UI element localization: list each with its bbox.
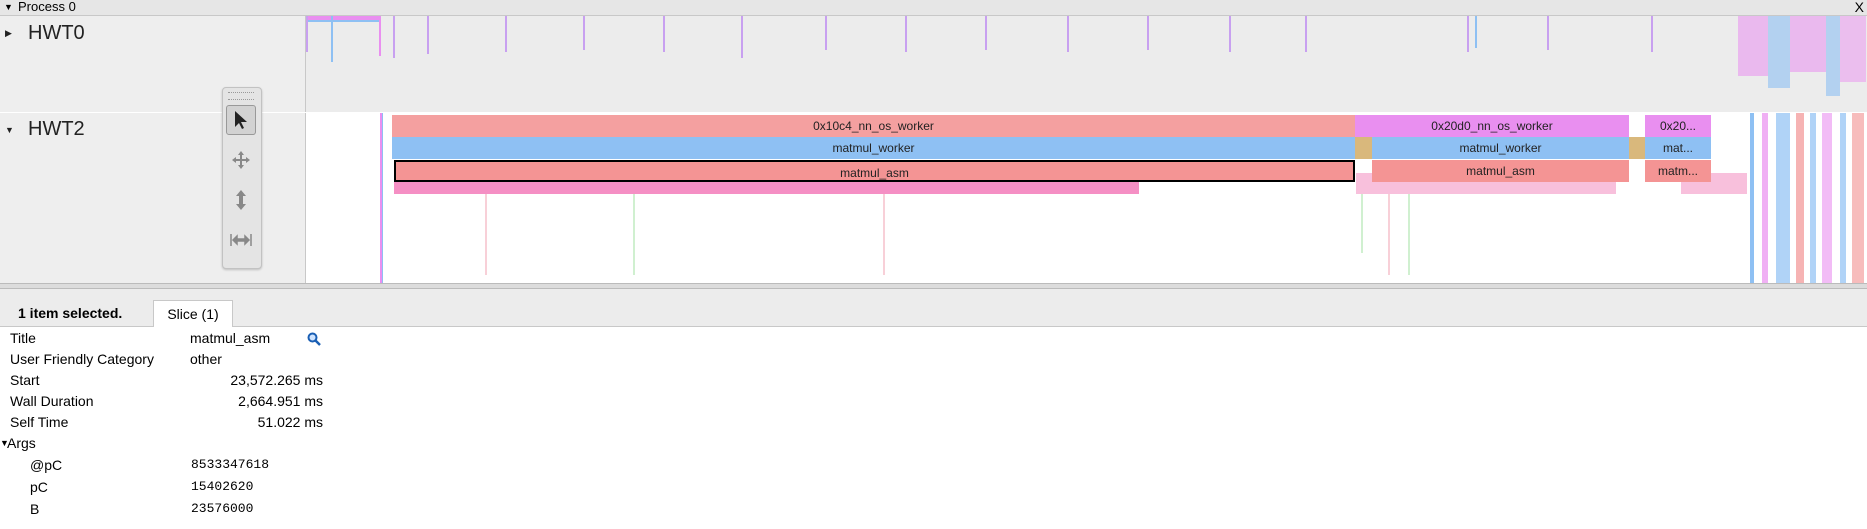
detail-value: 2,664.951 ms (238, 393, 323, 409)
slice-row3-b[interactable]: matmul_asm (1372, 160, 1629, 182)
args-header[interactable]: ▼ Args (0, 433, 400, 453)
slice-row1-c[interactable]: 0x20... (1645, 115, 1711, 137)
slice-row2-gap2[interactable] (1629, 137, 1645, 159)
collapse-triangle-icon[interactable]: ▼ (5, 125, 14, 135)
expand-triangle-icon[interactable]: ▶ (5, 28, 12, 39)
track-name-hwt2: HWT2 (28, 118, 85, 140)
arg-row: B 23576000 (0, 499, 400, 519)
hwt0-timeline[interactable] (306, 16, 1867, 112)
slice-row3-c[interactable]: matm... (1645, 160, 1711, 182)
toolbar-drag-handle[interactable] (228, 92, 254, 100)
track-name-hwt0: HWT0 (28, 22, 85, 44)
detail-key: Start (10, 372, 40, 388)
collapse-triangle-icon[interactable]: ▼ (4, 0, 13, 14)
detail-key: User Friendly Category (10, 351, 154, 367)
arg-row: @pC 8533347618 (0, 455, 400, 475)
mouse-mode-toolbar[interactable] (222, 87, 262, 269)
pan-tool-icon[interactable] (226, 145, 256, 175)
slice-row2-b[interactable]: matmul_worker (1372, 137, 1629, 159)
arg-value: 8533347618 (191, 457, 270, 472)
timing-tool-icon[interactable] (226, 225, 256, 255)
detail-key: Title (10, 330, 36, 346)
process-title: Process 0 (18, 0, 76, 14)
slice-row1-a[interactable]: 0x10c4_nn_os_worker (392, 115, 1355, 137)
close-icon[interactable]: X (1855, 0, 1864, 14)
search-icon[interactable] (307, 332, 321, 346)
detail-row-wall-duration: Wall Duration 2,664.951 ms (0, 391, 400, 411)
arg-key: pC (30, 479, 48, 495)
tab-slice[interactable]: Slice (1) (153, 300, 233, 327)
analysis-tab-bar: 1 item selected. Slice (1) (0, 289, 1867, 327)
detail-value: 23,572.265 ms (230, 372, 323, 388)
arg-key: B (30, 501, 40, 517)
detail-row-self-time: Self Time 51.022 ms (0, 412, 400, 432)
detail-value: matmul_asm (190, 330, 271, 346)
detail-key: Self Time (10, 414, 69, 430)
slice-details-panel: Title matmul_asm User Friendly Category … (0, 328, 1867, 529)
selection-count: 1 item selected. (18, 305, 123, 321)
arg-row: pC 15402620 (0, 477, 400, 497)
zoom-tool-icon[interactable] (226, 185, 256, 215)
slice-row3-a[interactable]: matmul_asm (394, 160, 1355, 182)
detail-key: Wall Duration (10, 393, 94, 409)
arg-key: @pC (30, 457, 63, 473)
detail-row-start: Start 23,572.265 ms (0, 370, 400, 390)
args-label: Args (7, 435, 36, 451)
arg-value: 23576000 (191, 501, 254, 516)
selection-tool-icon[interactable] (226, 105, 256, 135)
detail-value: 51.022 ms (257, 414, 323, 430)
slice-row2-gap[interactable] (1355, 137, 1372, 159)
detail-row-title: Title matmul_asm (0, 328, 400, 348)
detail-row-category: User Friendly Category other (0, 349, 400, 369)
slice-row2-c[interactable]: mat... (1645, 137, 1711, 159)
slice-row1-b[interactable]: 0x20d0_nn_os_worker (1355, 115, 1629, 137)
process-header[interactable]: ▼ Process 0 X (0, 0, 1867, 16)
hwt0-activity-marks (306, 16, 1866, 96)
arg-value: 15402620 (191, 479, 254, 494)
hwt2-timeline[interactable]: 0x10c4_nn_os_worker 0x20d0_nn_os_worker … (306, 113, 1867, 283)
detail-value: other (190, 351, 222, 367)
slice-row2-a[interactable]: matmul_worker (392, 137, 1355, 159)
